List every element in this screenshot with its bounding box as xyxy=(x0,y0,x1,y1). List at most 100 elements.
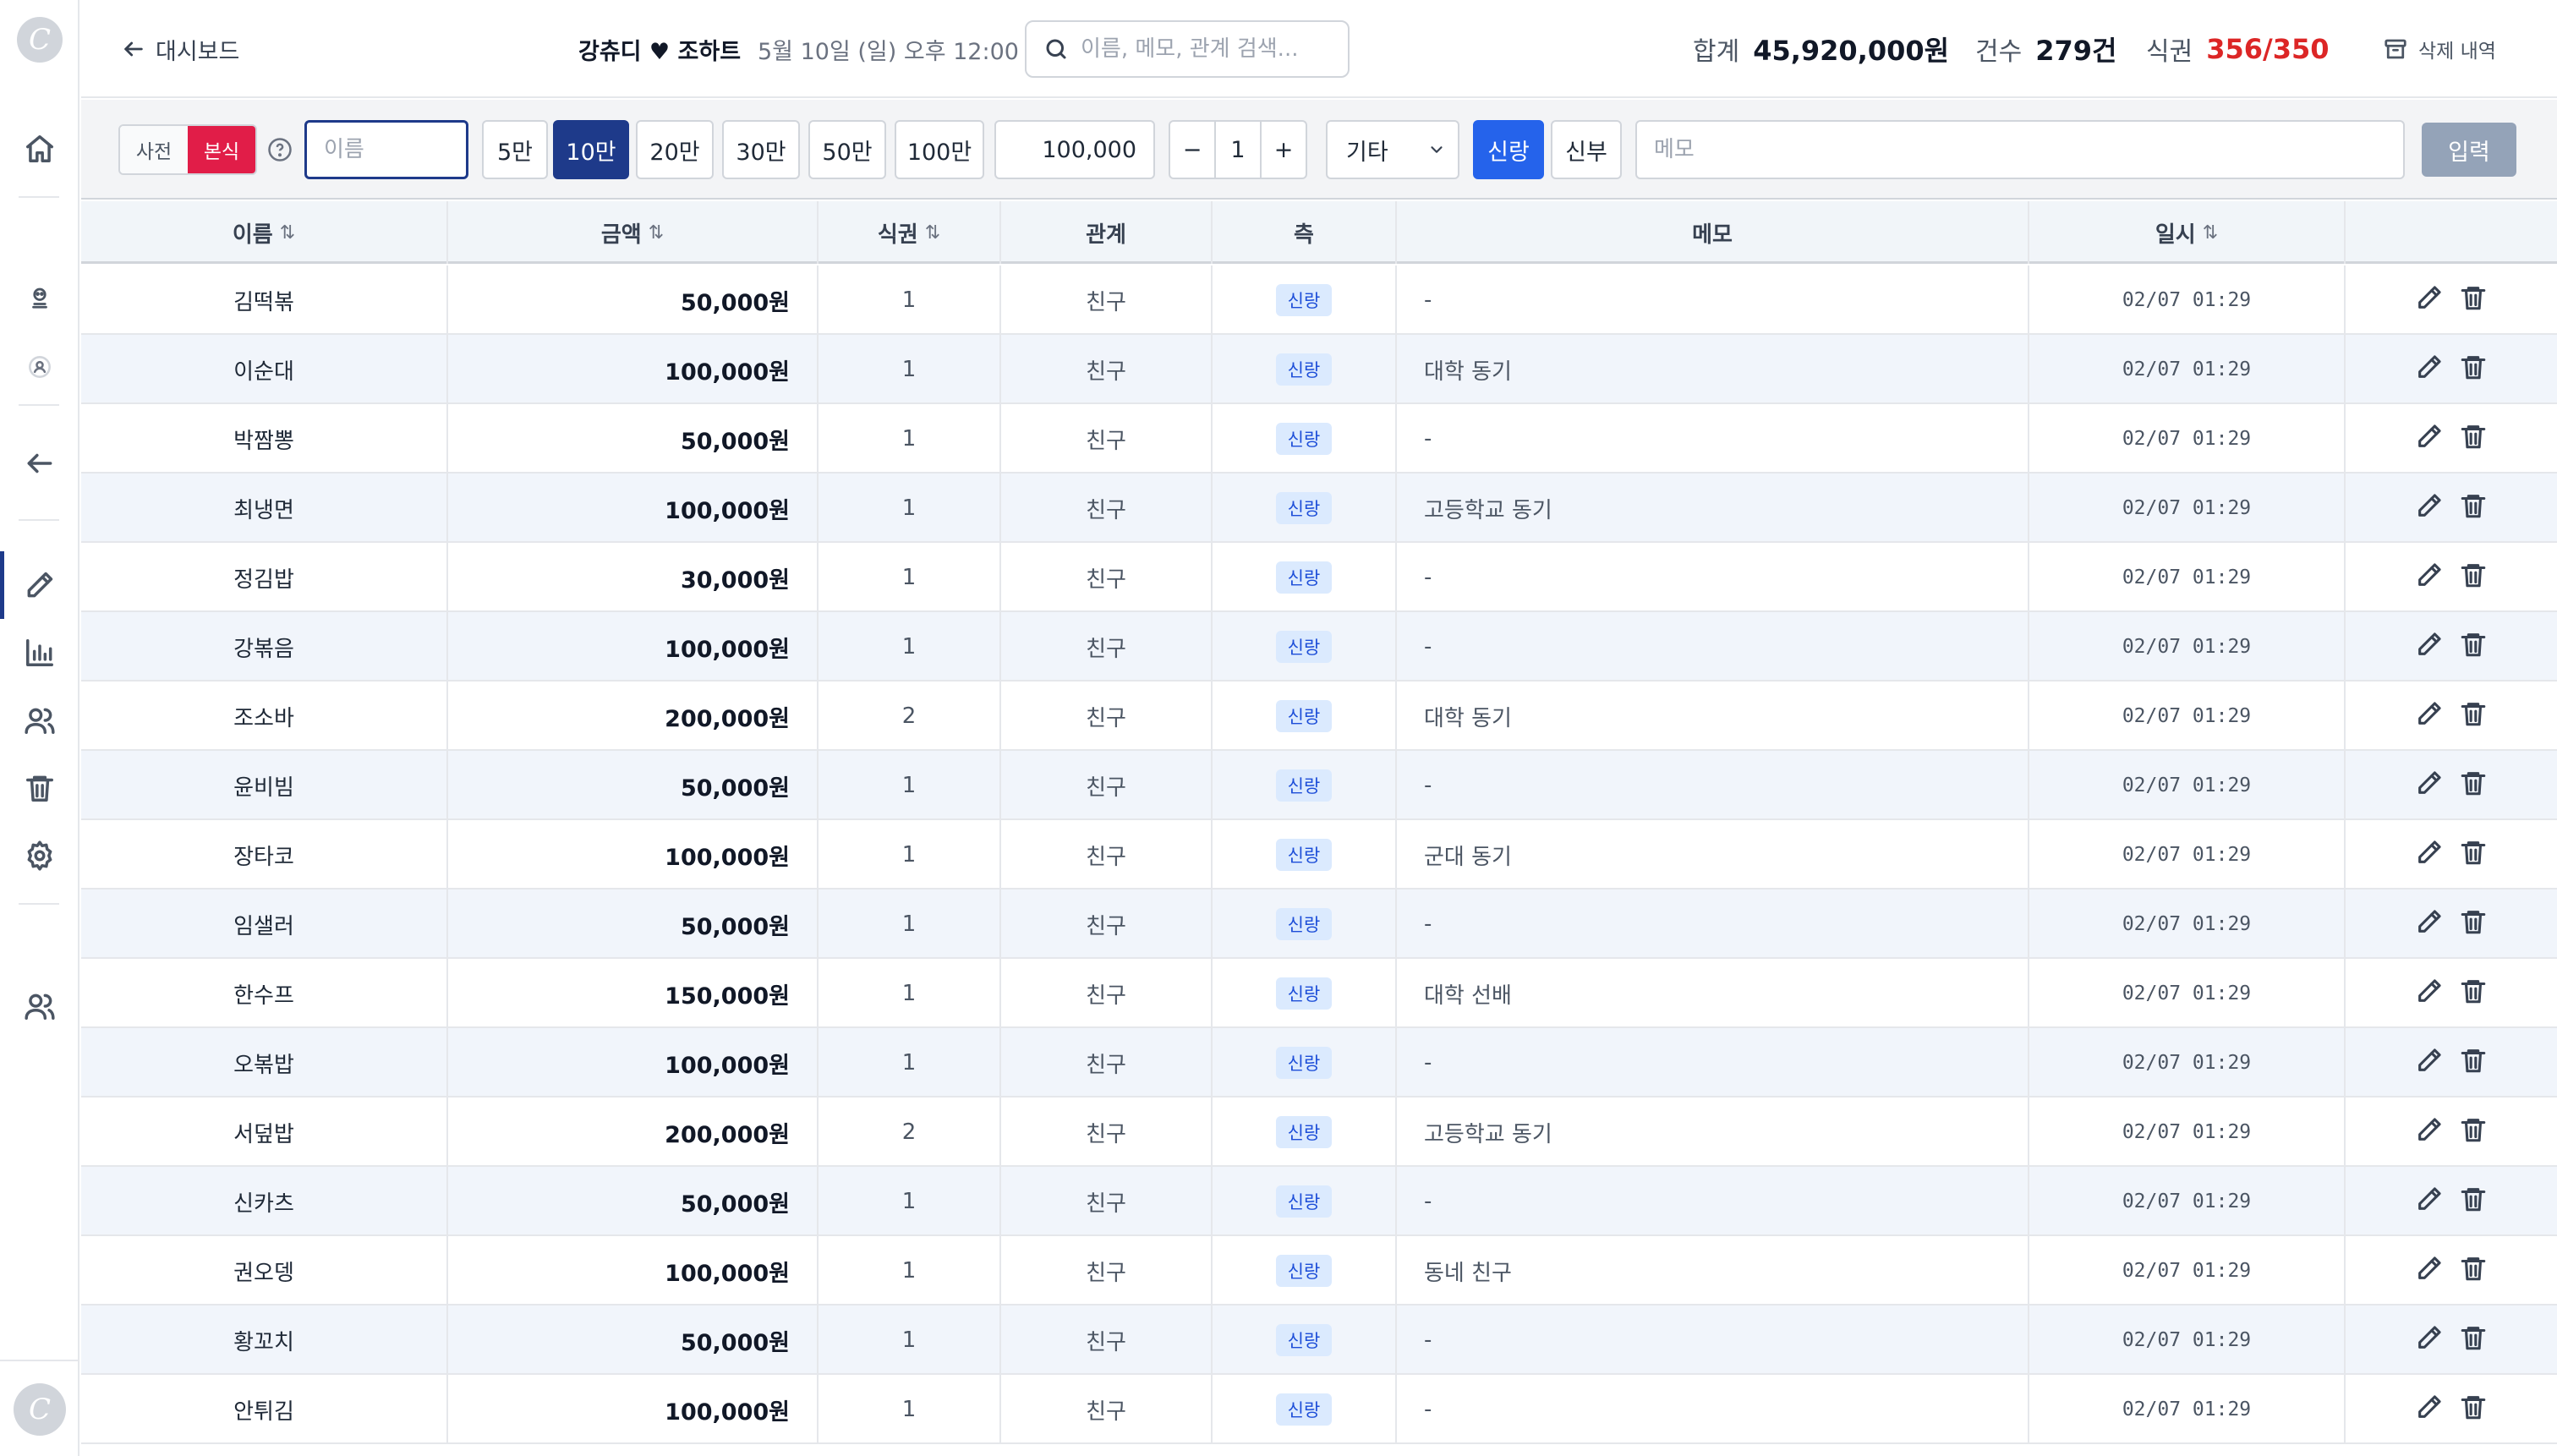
name-input[interactable] xyxy=(304,120,468,179)
edit-pencil-icon[interactable] xyxy=(2415,1185,2444,1219)
edit-pencil-icon[interactable] xyxy=(2415,1254,2444,1289)
bar-chart-icon[interactable] xyxy=(0,626,79,680)
table-row[interactable]: 최냉면 100,000원 1 친구 신랑 고등학교 동기 02/07 01:29 xyxy=(81,473,2557,543)
mode-main-button[interactable]: 본식 xyxy=(188,126,255,173)
chevron-down-icon xyxy=(1431,146,1443,153)
footer-logo[interactable]: C xyxy=(14,1383,66,1436)
preset-10man-button[interactable]: 10만 xyxy=(553,120,629,179)
preset-100man-button[interactable]: 100만 xyxy=(895,120,984,179)
preset-50man-button[interactable]: 50만 xyxy=(808,120,886,179)
delete-trash-icon[interactable] xyxy=(2459,977,2488,1011)
delete-trash-icon[interactable] xyxy=(2459,769,2488,803)
cell-actions xyxy=(2346,1236,2557,1305)
edit-pencil-icon[interactable] xyxy=(2415,283,2444,318)
sort-icon: ⇅ xyxy=(648,222,665,244)
search-input[interactable] xyxy=(1081,36,1326,62)
side-badge: 신랑 xyxy=(1275,908,1333,940)
brand-mascot-icon[interactable] xyxy=(0,271,79,325)
table-row[interactable]: 오볶밥 100,000원 1 친구 신랑 -02/07 01:29 xyxy=(81,1028,2557,1097)
deleted-history-button[interactable]: 삭제 내역 xyxy=(2383,32,2496,66)
back-to-dashboard-link[interactable]: 대시보드 xyxy=(122,32,239,66)
team-icon[interactable] xyxy=(0,979,79,1033)
search-box[interactable] xyxy=(1025,20,1350,78)
delete-trash-icon[interactable] xyxy=(2459,491,2488,526)
stepper-value[interactable]: 1 xyxy=(1214,122,1262,178)
app-logo[interactable]: C xyxy=(17,17,63,63)
delete-trash-icon[interactable] xyxy=(2459,907,2488,942)
submit-button[interactable]: 입력 xyxy=(2422,123,2516,177)
delete-trash-icon[interactable] xyxy=(2459,1046,2488,1081)
table-row[interactable]: 한수프 150,000원 1 친구 신랑 대학 선배 02/07 01:29 xyxy=(81,959,2557,1028)
delete-trash-icon[interactable] xyxy=(2459,1323,2488,1358)
mode-pre-button[interactable]: 사전 xyxy=(120,126,188,173)
pencil-icon[interactable] xyxy=(0,558,79,612)
edit-pencil-icon[interactable] xyxy=(2415,422,2444,457)
column-header-time[interactable]: 일시 ⇅ xyxy=(2029,201,2346,264)
table-row[interactable]: 서덮밥 200,000원 2 친구 신랑 고등학교 동기 02/07 01:29 xyxy=(81,1097,2557,1167)
edit-pencil-icon[interactable] xyxy=(2415,1115,2444,1150)
edit-pencil-icon[interactable] xyxy=(2415,699,2444,734)
preset-20man-button[interactable]: 20만 xyxy=(636,120,714,179)
memo-input[interactable] xyxy=(1635,120,2405,179)
relation-select[interactable]: 기타 xyxy=(1326,120,1459,179)
table-row[interactable]: 조소바 200,000원 2 친구 신랑 대학 동기 02/07 01:29 xyxy=(81,681,2557,751)
edit-pencil-icon[interactable] xyxy=(2415,1393,2444,1427)
delete-trash-icon[interactable] xyxy=(2459,1254,2488,1289)
edit-pencil-icon[interactable] xyxy=(2415,1323,2444,1358)
table-row[interactable]: 신카츠 50,000원 1 친구 신랑 -02/07 01:29 xyxy=(81,1167,2557,1236)
table-row[interactable]: 임샐러 50,000원 1 친구 신랑 -02/07 01:29 xyxy=(81,889,2557,959)
stepper-minus-button[interactable]: − xyxy=(1170,122,1214,178)
table-row[interactable]: 안튀김 100,000원 1 친구 신랑 -02/07 01:29 xyxy=(81,1375,2557,1444)
table-row[interactable]: 정김밥 30,000원 1 친구 신랑 -02/07 01:29 xyxy=(81,543,2557,612)
back-arrow-icon[interactable] xyxy=(0,436,79,490)
delete-trash-icon[interactable] xyxy=(2459,561,2488,595)
gear-icon[interactable] xyxy=(0,829,79,883)
delete-trash-icon[interactable] xyxy=(2459,1185,2488,1219)
cell-name: 정김밥 xyxy=(81,543,448,612)
delete-trash-icon[interactable] xyxy=(2459,699,2488,734)
delete-trash-icon[interactable] xyxy=(2459,838,2488,873)
column-header-name[interactable]: 이름 ⇅ xyxy=(81,201,448,264)
column-header-amount[interactable]: 금액 ⇅ xyxy=(448,201,819,264)
column-header-relation: 관계 xyxy=(1001,201,1213,264)
trash-icon[interactable] xyxy=(0,761,79,815)
total-value: 45,920,000원 xyxy=(1753,35,1950,67)
side-groom-button[interactable]: 신랑 xyxy=(1473,120,1544,179)
edit-pencil-icon[interactable] xyxy=(2415,561,2444,595)
delete-trash-icon[interactable] xyxy=(2459,1115,2488,1150)
side-bride-button[interactable]: 신부 xyxy=(1551,120,1622,179)
edit-pencil-icon[interactable] xyxy=(2415,907,2444,942)
table-row[interactable]: 박짬뽕 50,000원 1 친구 신랑 -02/07 01:29 xyxy=(81,404,2557,473)
delete-trash-icon[interactable] xyxy=(2459,630,2488,665)
table-row[interactable]: 이순대 100,000원 1 친구 신랑 대학 동기 02/07 01:29 xyxy=(81,335,2557,404)
cell-relation: 친구 xyxy=(1001,1097,1213,1167)
preset-30man-button[interactable]: 30만 xyxy=(722,120,800,179)
cell-relation: 친구 xyxy=(1001,1028,1213,1097)
edit-pencil-icon[interactable] xyxy=(2415,353,2444,387)
edit-pencil-icon[interactable] xyxy=(2415,838,2444,873)
table-row[interactable]: 권오뎅 100,000원 1 친구 신랑 동네 친구 02/07 01:29 xyxy=(81,1236,2557,1305)
table-row[interactable]: 강볶음 100,000원 1 친구 신랑 -02/07 01:29 xyxy=(81,612,2557,681)
stepper-plus-button[interactable]: + xyxy=(1262,122,1306,178)
edit-pencil-icon[interactable] xyxy=(2415,630,2444,665)
preset-5man-button[interactable]: 5만 xyxy=(482,120,548,179)
delete-trash-icon[interactable] xyxy=(2459,1393,2488,1427)
cell-meal: 1 xyxy=(819,612,1001,681)
help-icon[interactable] xyxy=(267,137,293,162)
table-row[interactable]: 윤비빔 50,000원 1 친구 신랑 -02/07 01:29 xyxy=(81,751,2557,820)
users-icon[interactable] xyxy=(0,693,79,747)
edit-pencil-icon[interactable] xyxy=(2415,977,2444,1011)
edit-pencil-icon[interactable] xyxy=(2415,1046,2444,1081)
home-icon[interactable] xyxy=(0,122,79,176)
table-row[interactable]: 장타코 100,000원 1 친구 신랑 군대 동기 02/07 01:29 xyxy=(81,820,2557,889)
column-header-meal[interactable]: 식권 ⇅ xyxy=(819,201,1001,264)
delete-trash-icon[interactable] xyxy=(2459,353,2488,387)
edit-pencil-icon[interactable] xyxy=(2415,491,2444,526)
amount-input[interactable]: 100,000 xyxy=(994,120,1155,179)
delete-trash-icon[interactable] xyxy=(2459,283,2488,318)
table-row[interactable]: 황꼬치 50,000원 1 친구 신랑 -02/07 01:29 xyxy=(81,1305,2557,1375)
edit-pencil-icon[interactable] xyxy=(2415,769,2444,803)
table-row[interactable]: 김떡볶 50,000원 1 친구 신랑 -02/07 01:29 xyxy=(81,265,2557,335)
delete-trash-icon[interactable] xyxy=(2459,422,2488,457)
user-profile-icon[interactable] xyxy=(0,340,79,394)
